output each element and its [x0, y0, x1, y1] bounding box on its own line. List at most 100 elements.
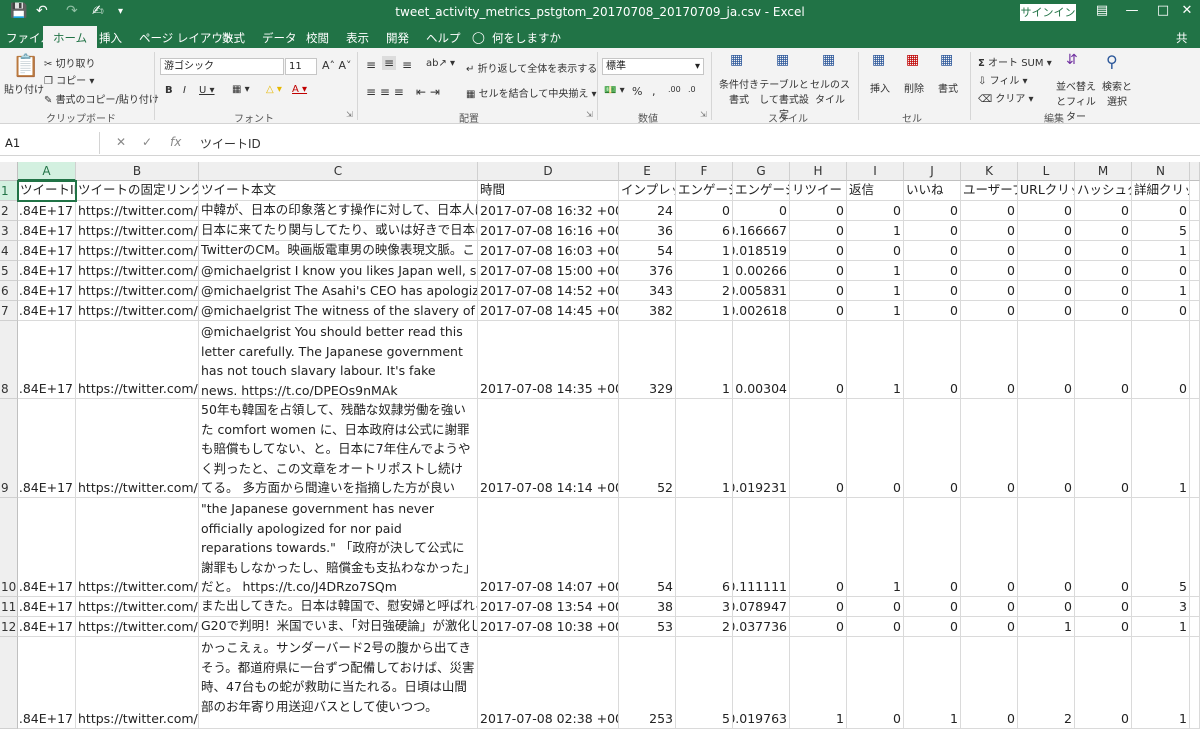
- table-cell[interactable]: 2017-07-08 14:45 +0000: [478, 301, 619, 321]
- table-cell[interactable]: https://twitter.com/ps: [76, 241, 199, 261]
- table-cell[interactable]: 2017-07-08 02:38 +0000: [478, 637, 619, 729]
- table-cell[interactable]: 1: [676, 321, 733, 399]
- table-cell[interactable]: 1: [1132, 637, 1190, 729]
- table-cell[interactable]: 376: [619, 261, 676, 281]
- table-cell[interactable]: https://twitter.com/ps: [76, 281, 199, 301]
- table-cell[interactable]: 2017-07-08 16:03 +0000: [478, 241, 619, 261]
- table-cell[interactable]: @michaelgrist The Asahi's CEO has apolog…: [199, 281, 478, 301]
- table-cell[interactable]: 0: [961, 321, 1018, 399]
- tab-review[interactable]: 校閲: [306, 30, 329, 46]
- table-cell[interactable]: 52: [619, 399, 676, 498]
- column-header-d[interactable]: D: [478, 162, 619, 181]
- table-cell[interactable]: [1190, 281, 1200, 301]
- table-cell[interactable]: 2017-07-08 14:52 +0000: [478, 281, 619, 301]
- table-cell[interactable]: 0.005831: [733, 281, 790, 301]
- table-cell[interactable]: 6: [676, 221, 733, 241]
- paste-button[interactable]: 貼り付け: [4, 81, 44, 96]
- column-header-e[interactable]: E: [619, 162, 676, 181]
- table-cell[interactable]: 8.84E+17: [18, 221, 76, 241]
- table-cell[interactable]: 253: [619, 637, 676, 729]
- table-cell[interactable]: 1: [676, 301, 733, 321]
- tell-me-search[interactable]: 何をしますか: [492, 30, 561, 46]
- header-cell[interactable]: エンゲージメント率: [733, 181, 790, 201]
- table-cell[interactable]: 0: [1075, 498, 1132, 597]
- table-cell[interactable]: [1190, 637, 1200, 729]
- row-header[interactable]: 9: [0, 399, 18, 498]
- orientation-icon[interactable]: ab↗ ▾: [426, 58, 455, 69]
- header-cell[interactable]: ハッシュタグクリック: [1075, 181, 1132, 201]
- table-cell[interactable]: @michaelgrist I know you likes Japan wel…: [199, 261, 478, 281]
- table-cell[interactable]: @michaelgrist The witness of the slavery…: [199, 301, 478, 321]
- underline-button[interactable]: U ▾: [199, 85, 215, 96]
- accounting-format-icon[interactable]: 💵 ▾: [604, 85, 625, 96]
- table-cell[interactable]: 329: [619, 321, 676, 399]
- table-cell[interactable]: 0: [1075, 201, 1132, 221]
- table-cell[interactable]: 3: [1132, 597, 1190, 617]
- conditional-format-button[interactable]: 条件付き書式: [718, 76, 760, 106]
- table-cell[interactable]: https://twitter.com/ps: [76, 201, 199, 221]
- table-cell[interactable]: 0.018519: [733, 241, 790, 261]
- align-middle-icon[interactable]: ≡: [382, 56, 397, 70]
- table-cell[interactable]: 2017-07-08 15:00 +0000: [478, 261, 619, 281]
- clear-button[interactable]: ⌫ クリア ▾: [978, 90, 1034, 105]
- name-box[interactable]: A1: [0, 132, 100, 154]
- table-cell[interactable]: 0: [790, 597, 847, 617]
- table-cell[interactable]: 6: [676, 498, 733, 597]
- header-cell[interactable]: リツイート: [790, 181, 847, 201]
- table-cell[interactable]: 0: [904, 281, 961, 301]
- table-cell[interactable]: [1190, 498, 1200, 597]
- table-cell[interactable]: 8.84E+17: [18, 241, 76, 261]
- column-header-c[interactable]: C: [199, 162, 478, 181]
- align-top-icon[interactable]: ≡: [366, 58, 376, 72]
- formula-input[interactable]: ツイートID: [200, 135, 261, 152]
- table-cell[interactable]: 0: [733, 201, 790, 221]
- table-cell[interactable]: 0: [904, 498, 961, 597]
- table-cell[interactable]: 0: [1132, 261, 1190, 281]
- table-cell[interactable]: [1190, 399, 1200, 498]
- table-cell[interactable]: 0: [904, 221, 961, 241]
- header-cell[interactable]: インプレッション: [619, 181, 676, 201]
- table-cell[interactable]: 5: [1132, 498, 1190, 597]
- table-cell[interactable]: 0: [904, 321, 961, 399]
- tab-developer[interactable]: 開発: [386, 30, 409, 46]
- table-cell[interactable]: [1190, 261, 1200, 281]
- table-cell[interactable]: 0: [1075, 399, 1132, 498]
- find-select-button[interactable]: 検索と選択: [1100, 78, 1134, 108]
- column-header-g[interactable]: G: [733, 162, 790, 181]
- table-cell[interactable]: 0: [904, 301, 961, 321]
- table-cell[interactable]: 2: [676, 617, 733, 637]
- close-button[interactable]: ✕: [1172, 3, 1200, 18]
- comma-icon[interactable]: ,: [652, 85, 656, 98]
- table-cell[interactable]: 1: [676, 261, 733, 281]
- tab-data[interactable]: データ: [262, 30, 297, 46]
- cut-button[interactable]: ✂ 切り取り: [44, 55, 96, 70]
- table-cell[interactable]: 2017-07-08 14:35 +0000: [478, 321, 619, 399]
- table-cell[interactable]: 8.84E+17: [18, 321, 76, 399]
- table-cell[interactable]: 50年も韓国を占領して、残酷な奴隷労働を強いた comfort women に、…: [199, 399, 478, 498]
- row-header[interactable]: 7: [0, 301, 18, 321]
- autosum-button[interactable]: Σ オート SUM ▾: [978, 54, 1052, 69]
- table-cell[interactable]: 2017-07-08 14:14 +0000: [478, 399, 619, 498]
- table-cell[interactable]: [1190, 597, 1200, 617]
- tab-insert[interactable]: 挿入: [99, 30, 122, 46]
- column-header-o[interactable]: [1190, 162, 1200, 181]
- table-cell[interactable]: 8.84E+17: [18, 597, 76, 617]
- table-cell[interactable]: 8.84E+17: [18, 281, 76, 301]
- table-cell[interactable]: 0: [1018, 399, 1075, 498]
- table-cell[interactable]: 0: [1075, 321, 1132, 399]
- wrap-text-button[interactable]: ↵ 折り返して全体を表示する: [466, 60, 597, 75]
- table-cell[interactable]: 1: [1018, 617, 1075, 637]
- table-cell[interactable]: 1: [1132, 241, 1190, 261]
- format-painter-button[interactable]: ✎ 書式のコピー/貼り付け: [44, 91, 159, 106]
- fill-color-icon[interactable]: △ ▾: [266, 84, 282, 95]
- row-header[interactable]: 10: [0, 498, 18, 597]
- column-header-m[interactable]: M: [1075, 162, 1132, 181]
- tab-help[interactable]: ヘルプ: [426, 30, 461, 46]
- table-cell[interactable]: 1: [676, 241, 733, 261]
- tab-view[interactable]: 表示: [346, 30, 369, 46]
- table-cell[interactable]: 0: [790, 261, 847, 281]
- column-header-i[interactable]: I: [847, 162, 904, 181]
- number-dialog-launcher-icon[interactable]: ⇲: [700, 110, 707, 119]
- column-header-f[interactable]: F: [676, 162, 733, 181]
- table-cell[interactable]: [1190, 301, 1200, 321]
